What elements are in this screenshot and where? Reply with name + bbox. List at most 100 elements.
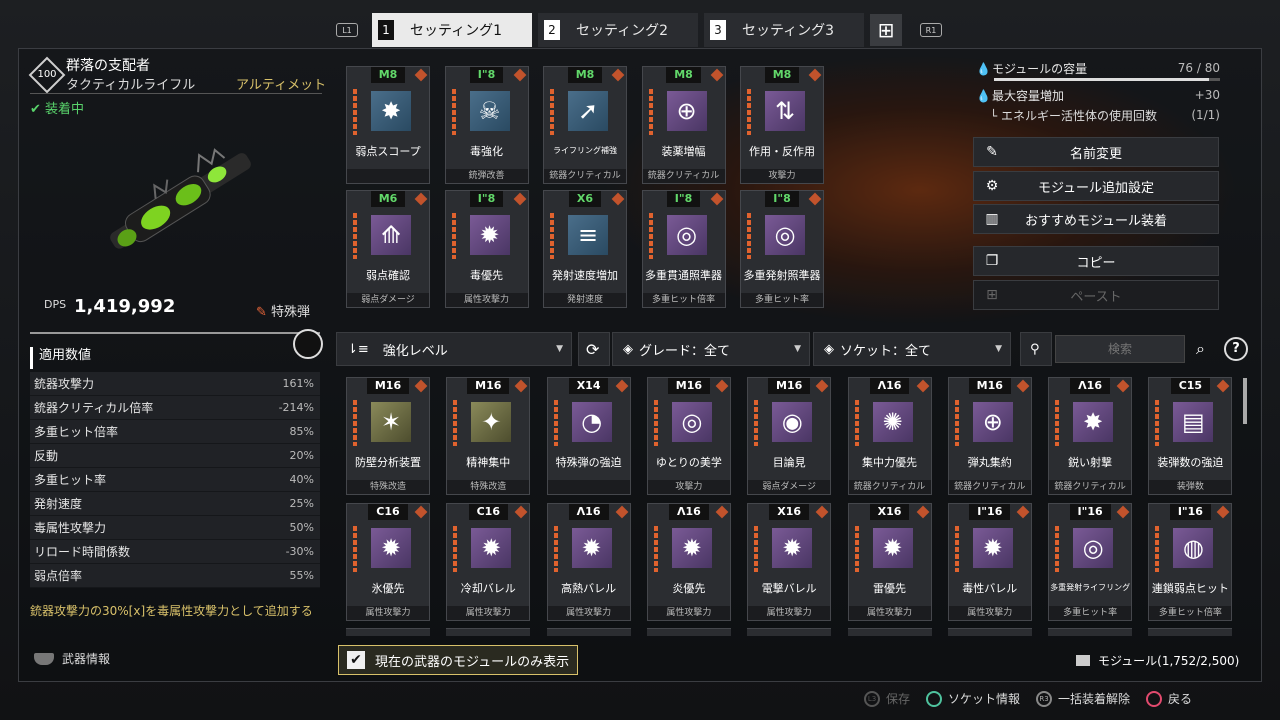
module-category: 弱点ダメージ	[748, 480, 831, 494]
module-cost: M8	[666, 67, 701, 83]
module-card[interactable]: M16 ✦ 精神集中 特殊改造	[446, 377, 531, 495]
module-card[interactable]: C16 ✹ 氷優先 属性攻撃力	[346, 503, 430, 621]
module-card[interactable]: I"16 ✹ 毒性バレル 属性攻撃力	[947, 503, 1032, 621]
socket-info-label: ソケット情報	[948, 692, 1021, 706]
sort-label: 強化レベル	[382, 343, 448, 359]
module-card[interactable]: Λ16 ✹ 高熱バレル 属性攻撃力	[546, 503, 631, 621]
module-cost: M16	[968, 378, 1011, 394]
module-card-partial[interactable]	[947, 628, 1032, 636]
stat-value: 50%	[289, 521, 314, 534]
module-card[interactable]: M8 ⇅ 作用・反作用 攻撃力	[740, 66, 824, 184]
module-cost: M6	[370, 191, 406, 207]
module-card[interactable]: M16 ⊕ 弾丸集約 銃器クリティカル	[947, 377, 1032, 495]
tab-setting-1[interactable]: 1 セッティング1	[372, 13, 532, 47]
module-cost: I"8	[765, 191, 799, 207]
module-level-bars	[754, 526, 759, 572]
module-name: 装弾数の強迫	[1157, 456, 1224, 469]
module-level-bars	[353, 213, 357, 259]
module-cost: Λ16	[668, 504, 709, 520]
module-name: 装薬増幅	[661, 145, 706, 158]
unequip-all-hint[interactable]: R3 一括装着解除	[1036, 690, 1130, 707]
module-card[interactable]: M16 ◉ 目論見 弱点ダメージ	[747, 377, 832, 495]
l1-button-hint[interactable]: L1	[336, 23, 358, 37]
module-category: 属性攻撃力	[547, 606, 630, 620]
module-card[interactable]: M16 ✶ 防壁分析装置 特殊改造	[346, 377, 430, 495]
copy-button[interactable]: ❐ コピー	[973, 246, 1219, 276]
add-setting-icon[interactable]: ⊞	[870, 14, 902, 46]
module-card[interactable]: Λ16 ✺ 集中力優先 銃器クリティカル	[847, 377, 932, 495]
help-icon[interactable]: ?	[1224, 337, 1248, 361]
weapon-info-button[interactable]: 武器情報	[34, 650, 110, 667]
search-input[interactable]	[1055, 335, 1185, 363]
paste-button[interactable]: ⊞ ペースト	[973, 280, 1219, 310]
module-count-label: モジュール(1,752/2,500)	[1098, 654, 1240, 668]
recommend-button[interactable]: ▥ おすすめモジュール装着	[973, 204, 1219, 234]
module-name: 弱点確認	[366, 269, 410, 282]
tab-number: 1	[378, 20, 394, 40]
back-hint[interactable]: 戻る	[1146, 690, 1192, 707]
module-card[interactable]: I"16 ◍ 連鎖弱点ヒット 多重ヒット倍率	[1148, 503, 1233, 621]
tab-setting-2[interactable]: 2 セッティング2	[538, 13, 698, 47]
r1-button-hint[interactable]: R1	[920, 23, 942, 37]
search-button[interactable]: ⌕	[1188, 332, 1220, 366]
module-card[interactable]: M6 ⟰ 弱点確認 弱点ダメージ	[346, 190, 430, 308]
stat-label: リロード時間係数	[34, 545, 131, 559]
tab-label: セッティング2	[576, 23, 669, 39]
module-card[interactable]: C15 ▤ 装弾数の強迫 装弾数	[1148, 377, 1233, 495]
module-card[interactable]: X14 ◔ 特殊弾の強迫	[546, 377, 631, 495]
module-card[interactable]: I"16 ◎ 多重発射ライフリング 多重ヒット率	[1048, 503, 1133, 621]
module-card[interactable]: C16 ✹ 冷却バレル 属性攻撃力	[446, 503, 531, 621]
module-card-partial[interactable]	[346, 628, 430, 636]
module-card-partial[interactable]	[446, 628, 531, 636]
module-card[interactable]: X6 ≡ 発射速度増加 発射速度	[543, 190, 627, 308]
refresh-button[interactable]: ⟳	[578, 332, 610, 366]
module-card[interactable]: I"8 ☠ 毒強化 銃弾改善	[444, 66, 529, 184]
module-card[interactable]: M16 ◎ ゆとりの美学 攻撃力	[646, 377, 731, 495]
module-card-partial[interactable]	[747, 628, 832, 636]
socket-dropdown[interactable]: ◈ ソケット：全て ▼	[813, 332, 1011, 366]
module-icon: ⟰	[371, 215, 411, 255]
module-cost: M16	[467, 378, 510, 394]
r3-button-icon: R3	[1036, 690, 1053, 707]
module-category: 属性攻撃力	[848, 606, 931, 620]
filter-tool-button[interactable]: ⚲	[1020, 332, 1052, 366]
module-name: ライフリング補強	[553, 146, 617, 155]
tab-setting-3[interactable]: 3 セッティング3	[704, 13, 864, 47]
sort-dropdown[interactable]: ⇂≡ 強化レベル ▼	[336, 332, 572, 366]
save-hint[interactable]: L3 保存	[864, 690, 910, 707]
only-current-weapon-toggle[interactable]: ✔ 現在の武器のモジュールのみ表示	[338, 645, 579, 675]
grade-dropdown[interactable]: ◈ グレード：全て ▼	[612, 332, 810, 366]
module-card[interactable]: M8 ➚ ライフリング補強 銃器クリティカル	[543, 66, 627, 184]
module-level-bars	[747, 89, 751, 135]
rename-button[interactable]: ✎ 名前変更	[973, 137, 1219, 167]
module-card[interactable]: Λ16 ✹ 炎優先 属性攻撃力	[646, 503, 731, 621]
socket-info-hint[interactable]: ソケット情報	[926, 690, 1020, 707]
stat-value: -30%	[285, 545, 314, 558]
module-settings-button[interactable]: ⚙ モジュール追加設定	[973, 171, 1219, 201]
module-card[interactable]: X16 ✹ 雷優先 属性攻撃力	[847, 503, 932, 621]
module-card[interactable]: I"8 ◎ 多重発射照準器 多重ヒット率	[740, 190, 824, 308]
module-card[interactable]: M8 ⊕ 装薬増幅 銃器クリティカル	[641, 66, 726, 184]
module-card[interactable]: I"8 ✹ 毒優先 属性攻撃力	[444, 190, 529, 308]
module-card[interactable]: Λ16 ✸ 鋭い射撃 銃器クリティカル	[1048, 377, 1133, 495]
module-icon: ✹	[772, 528, 813, 568]
module-card-partial[interactable]	[847, 628, 932, 636]
module-cost: I"16	[1169, 504, 1211, 520]
module-card[interactable]: X16 ✹ 電撃バレル 属性攻撃力	[747, 503, 832, 621]
max-capacity-value: +30	[1194, 88, 1220, 102]
module-card-partial[interactable]	[546, 628, 631, 636]
module-card[interactable]: I"8 ◎ 多重貫通照準器 多重ヒット倍率	[641, 190, 726, 308]
bullet-icon: ✎	[256, 305, 272, 320]
capacity-label: モジュールの容量	[992, 61, 1088, 76]
module-cost: X16	[869, 504, 910, 520]
module-level-bars	[854, 526, 859, 572]
module-card-partial[interactable]	[646, 628, 731, 636]
module-card-partial[interactable]	[1148, 628, 1233, 636]
module-card[interactable]: M8 ✸ 弱点スコープ	[346, 66, 430, 184]
module-card-partial[interactable]	[1048, 628, 1133, 636]
scrollbar[interactable]	[1243, 378, 1247, 424]
module-category: 属性攻撃力	[647, 606, 730, 620]
dps-value: 1,419,992	[74, 296, 176, 317]
grade-label: グレード：全て	[639, 343, 731, 359]
module-settings-label: モジュール追加設定	[1037, 180, 1155, 196]
